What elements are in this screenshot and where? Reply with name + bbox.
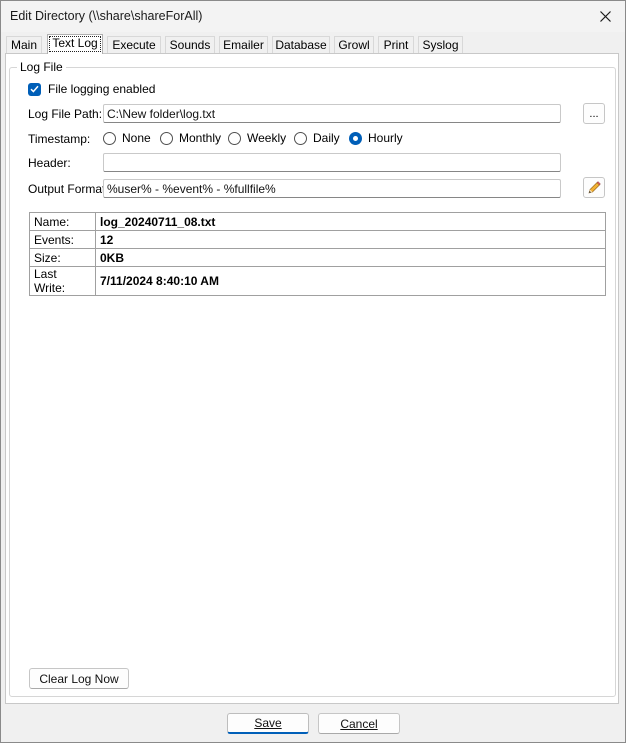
header-input[interactable]	[103, 153, 561, 172]
info-key: Size:	[29, 248, 96, 267]
radio-label: Monthly	[179, 131, 222, 145]
header-label: Header:	[28, 156, 71, 170]
table-row: Name: log_20240711_08.txt	[29, 212, 606, 231]
checkmark-icon	[30, 85, 39, 93]
table-row: Events: 12	[29, 230, 606, 249]
info-value: 12	[95, 230, 606, 249]
radio-circle	[160, 131, 173, 145]
log-file-path-label: Log File Path:	[28, 107, 103, 121]
text-log-panel: Log File	[5, 53, 619, 704]
tab-sounds[interactable]: Sounds	[165, 36, 215, 53]
tab-execute[interactable]: Execute	[107, 36, 161, 53]
radio-circle	[228, 131, 241, 145]
log-file-info-table: Name: log_20240711_08.txt Events: 12 Siz…	[29, 212, 606, 296]
tab-syslog[interactable]: Syslog	[418, 36, 463, 53]
close-icon	[599, 11, 611, 22]
info-key: Last Write:	[29, 266, 96, 296]
tab-emailer[interactable]: Emailer	[219, 36, 268, 53]
pencil-icon	[588, 180, 601, 193]
radio-label: Daily	[313, 131, 340, 145]
edit-directory-dialog: Edit Directory (\\share\shareForAll) Mai…	[0, 0, 626, 743]
tab-text-log[interactable]: Text Log	[47, 34, 103, 54]
log-file-group-label: Log File	[17, 60, 66, 74]
window-title: Edit Directory (\\share\shareForAll)	[10, 9, 203, 23]
cancel-button[interactable]: Cancel	[318, 713, 400, 734]
tab-print[interactable]: Print	[378, 36, 414, 53]
log-file-path-input[interactable]	[103, 104, 561, 123]
close-button[interactable]	[585, 1, 625, 32]
file-logging-label: File logging enabled	[48, 82, 156, 96]
timestamp-monthly-radio[interactable]: Monthly	[160, 131, 221, 145]
info-key: Name:	[29, 212, 96, 231]
save-button[interactable]: Save	[227, 713, 309, 734]
radio-circle-selected	[349, 131, 362, 145]
info-value: 7/11/2024 8:40:10 AM	[95, 266, 606, 296]
file-logging-checkbox-row[interactable]: File logging enabled	[28, 82, 155, 96]
radio-circle	[294, 131, 307, 145]
info-value: 0KB	[95, 248, 606, 267]
tab-main[interactable]: Main	[6, 36, 42, 53]
radio-circle	[103, 131, 116, 145]
timestamp-label: Timestamp:	[28, 132, 91, 146]
timestamp-daily-radio[interactable]: Daily	[294, 131, 340, 145]
timestamp-none-radio[interactable]: None	[103, 131, 151, 145]
clear-log-now-button[interactable]: Clear Log Now	[29, 668, 129, 689]
radio-label: Weekly	[247, 131, 287, 145]
timestamp-weekly-radio[interactable]: Weekly	[228, 131, 286, 145]
file-logging-checkbox[interactable]	[28, 82, 41, 96]
table-row: Last Write: 7/11/2024 8:40:10 AM	[29, 266, 606, 296]
browse-button[interactable]: ...	[583, 103, 605, 124]
tab-database[interactable]: Database	[272, 36, 330, 53]
output-format-input[interactable]	[103, 179, 561, 198]
title-bar: Edit Directory (\\share\shareForAll)	[1, 1, 625, 32]
radio-label: None	[122, 131, 151, 145]
output-format-label: Output Format:	[28, 182, 109, 196]
edit-format-button[interactable]	[583, 177, 605, 198]
table-row: Size: 0KB	[29, 248, 606, 267]
save-button-label: Save	[254, 716, 282, 730]
info-value: log_20240711_08.txt	[95, 212, 606, 231]
cancel-button-label: Cancel	[340, 716, 378, 731]
tab-strip: Main Text Log Execute Sounds Emailer Dat…	[6, 34, 618, 54]
radio-label: Hourly	[368, 131, 403, 145]
timestamp-hourly-radio[interactable]: Hourly	[349, 131, 403, 145]
info-key: Events:	[29, 230, 96, 249]
tab-growl[interactable]: Growl	[334, 36, 374, 53]
